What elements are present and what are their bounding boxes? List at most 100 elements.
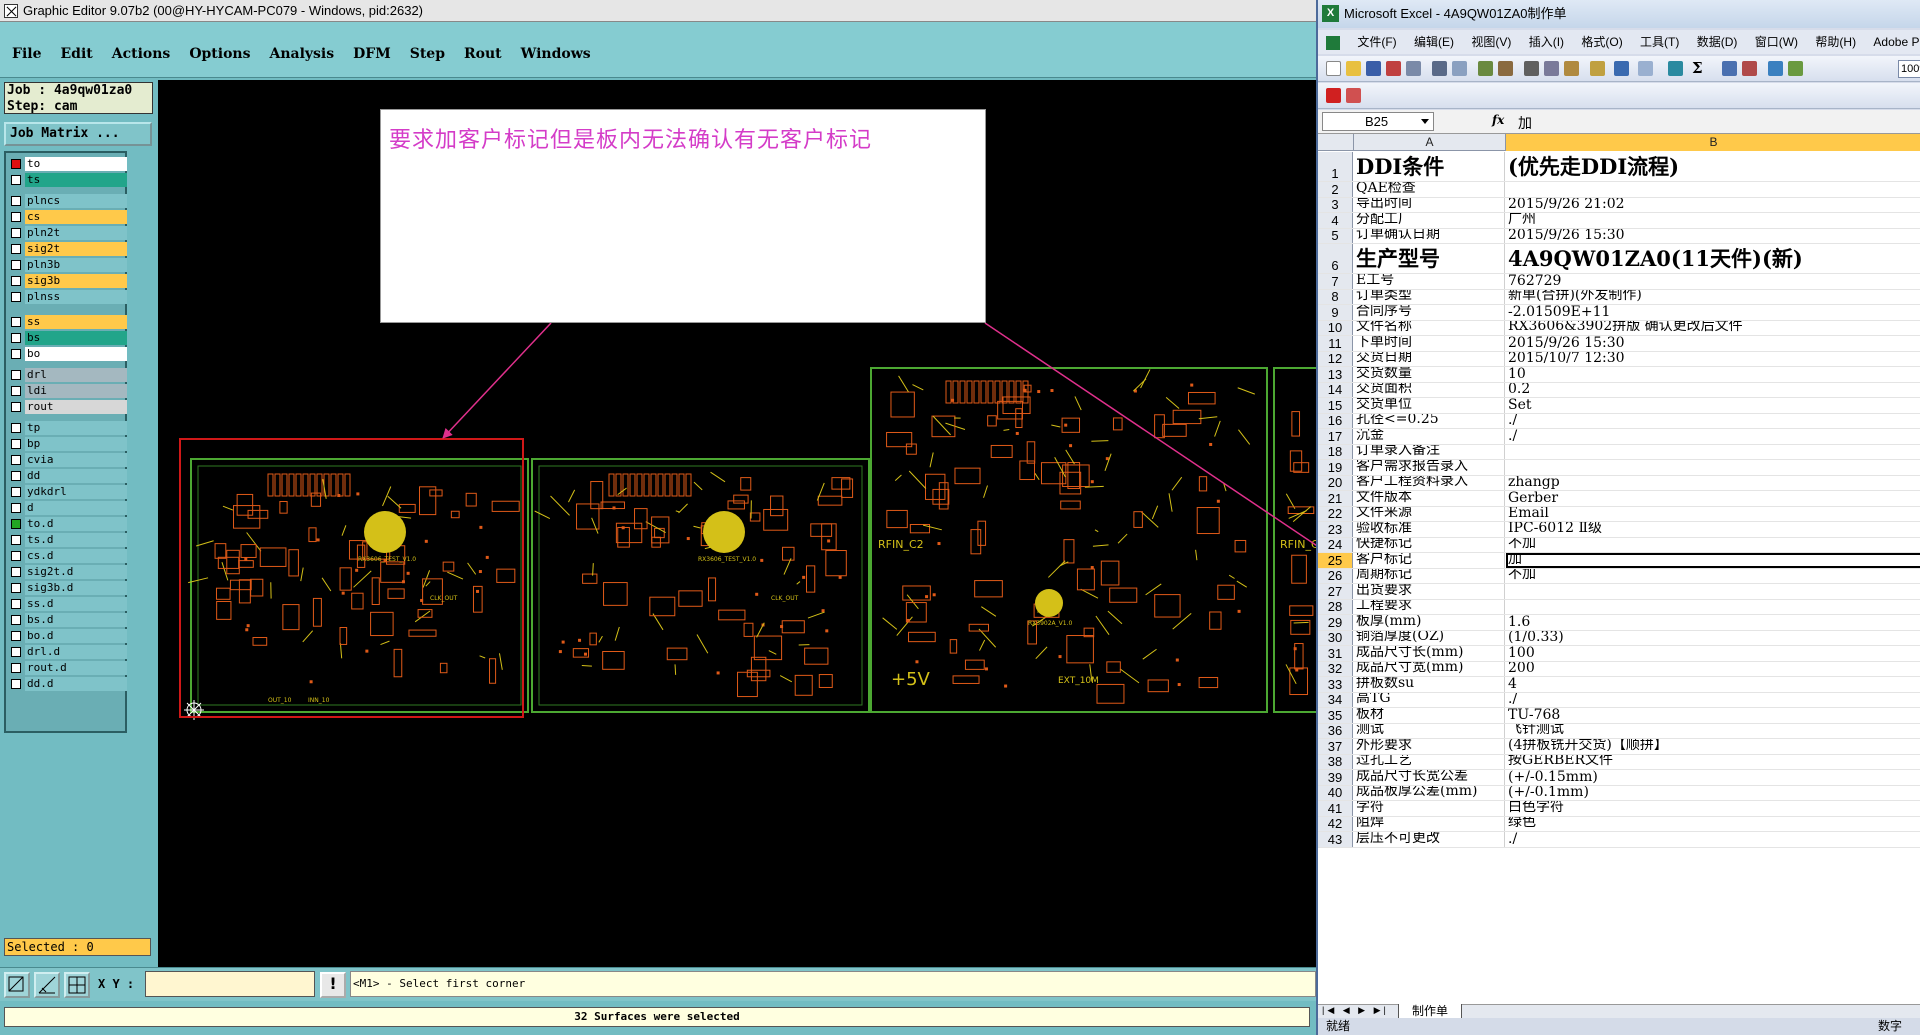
layer-checkbox[interactable] <box>11 662 21 673</box>
sheet-row[interactable]: 7 E工号 762729 <box>1318 274 1920 290</box>
layer-row-drl[interactable]: drl <box>8 367 127 382</box>
drawing-icon[interactable] <box>1788 61 1803 76</box>
sheet-row[interactable]: 12 交货日期 2015/10/7 12:30 <box>1318 351 1920 367</box>
layer-row-tp[interactable]: tp <box>8 420 127 435</box>
fx-icon[interactable]: fx <box>1492 113 1504 127</box>
cell-a[interactable]: 成品尺寸宽(mm) <box>1354 661 1505 676</box>
layer-row-plnss[interactable]: plnss <box>8 289 127 304</box>
row-header[interactable]: 23 <box>1318 522 1353 537</box>
layer-row-ts[interactable]: ts <box>8 172 127 187</box>
cell-b[interactable]: -2.01509E+11 <box>1506 305 1920 320</box>
layer-checkbox[interactable] <box>11 332 21 343</box>
cell-b[interactable]: 2015/9/26 15:30 <box>1506 336 1920 351</box>
layer-row-drl.d[interactable]: drl.d <box>8 644 127 659</box>
row-header[interactable]: 11 <box>1318 336 1353 351</box>
layer-checkbox[interactable] <box>11 211 21 222</box>
sheet-row[interactable]: 10 文件名称 RX3606&3902拼版 确认更改后文件 <box>1318 320 1920 336</box>
row-header[interactable]: 12 <box>1318 351 1353 366</box>
row-header[interactable]: 34 <box>1318 692 1353 707</box>
menu-actions[interactable]: Actions <box>112 46 171 62</box>
sheet-row[interactable]: 4 分配工厂 广州 <box>1318 213 1920 229</box>
row-header[interactable]: 26 <box>1318 568 1353 583</box>
sheet-row[interactable]: 42 阻焊 绿色 <box>1318 816 1920 832</box>
layer-row-pln2t[interactable]: pln2t <box>8 225 127 240</box>
cell-b[interactable]: (+/-0.1mm) <box>1506 786 1920 801</box>
row-header[interactable]: 14 <box>1318 382 1353 397</box>
cell-b[interactable]: 白色字符 <box>1506 801 1920 816</box>
layer-row-ldi[interactable]: ldi <box>8 383 127 398</box>
cell-a[interactable]: 层压不可更改 <box>1354 832 1505 847</box>
layer-checkbox[interactable] <box>11 174 21 185</box>
cell-a[interactable]: 沉金 <box>1354 429 1505 444</box>
cell-b[interactable]: (+/-0.15mm) <box>1506 770 1920 785</box>
cell-a[interactable]: 订单类型 <box>1354 289 1505 304</box>
layer-row-dd[interactable]: dd <box>8 468 127 483</box>
cell-b[interactable]: 绿色 <box>1506 817 1920 832</box>
autosum-icon[interactable]: Σ <box>1692 61 1707 76</box>
layer-row-cvia[interactable]: cvia <box>8 452 127 467</box>
layer-checkbox[interactable] <box>11 227 21 238</box>
row-header[interactable]: 36 <box>1318 723 1353 738</box>
cell-b[interactable] <box>1506 445 1920 460</box>
print-icon[interactable] <box>1432 61 1447 76</box>
cell-a[interactable]: 订单录入备注 <box>1354 444 1505 459</box>
cell-b[interactable]: ./ <box>1506 414 1920 429</box>
row-header[interactable]: 13 <box>1318 367 1353 382</box>
row-header[interactable]: 42 <box>1318 816 1353 831</box>
undo-icon[interactable] <box>1614 61 1629 76</box>
xl-menu-format[interactable]: 格式(O) <box>1581 35 1622 49</box>
cell-a[interactable]: 成品尺寸长(mm) <box>1354 646 1505 661</box>
sheet-tab[interactable]: 制作单 <box>1398 1004 1462 1019</box>
xl-menu-window[interactable]: 窗口(W) <box>1755 35 1798 49</box>
cell-b[interactable]: 不加 <box>1506 538 1920 553</box>
cell-b[interactable]: 2015/9/26 21:02 <box>1506 198 1920 213</box>
cell-a[interactable]: 成品尺寸长宽公差 <box>1354 770 1505 785</box>
sheet-row[interactable]: 26 周期标记 不加 <box>1318 568 1920 584</box>
layer-row-ss[interactable]: ss <box>8 314 127 329</box>
layer-checkbox[interactable] <box>11 291 21 302</box>
grid-snap-icon[interactable] <box>64 972 90 998</box>
xl-menu-insert[interactable]: 插入(I) <box>1529 35 1564 49</box>
row-header[interactable]: 41 <box>1318 801 1353 816</box>
cell-a[interactable]: 板材 <box>1354 708 1505 723</box>
cell-a[interactable]: 拼板数su <box>1354 677 1505 692</box>
cell-a[interactable]: E工号 <box>1354 274 1505 289</box>
layer-row-dd.d[interactable]: dd.d <box>8 676 127 691</box>
sheet-row[interactable]: 1 DDI条件 (优先走DDI流程) <box>1318 152 1920 182</box>
cell-b[interactable] <box>1506 584 1920 599</box>
row-header[interactable]: 10 <box>1318 320 1353 335</box>
layer-checkbox[interactable] <box>11 502 21 513</box>
sheet-row[interactable]: 43 层压不可更改 ./ <box>1318 832 1920 848</box>
cell-a[interactable]: 交货单位 <box>1354 398 1505 413</box>
xy-coordinate-input[interactable] <box>145 971 315 997</box>
sheet-row[interactable]: 30 铜箔厚度(OZ) (1/0.33) <box>1318 630 1920 646</box>
sheet-row[interactable]: 19 客户需求报告录入 <box>1318 460 1920 476</box>
layer-row-cs.d[interactable]: cs.d <box>8 548 127 563</box>
sheet-row[interactable]: 6 生产型号 4A9QW01ZA0(11天件)(新) <box>1318 244 1920 274</box>
row-header[interactable]: 19 <box>1318 460 1353 475</box>
sort-ascending-icon[interactable] <box>1722 61 1737 76</box>
row-header[interactable]: 20 <box>1318 475 1353 490</box>
row-header[interactable]: 25 <box>1318 553 1353 568</box>
copy-icon[interactable] <box>1544 61 1559 76</box>
cell-b[interactable]: ./ <box>1506 429 1920 444</box>
cell-a[interactable]: 成品板厚公差(mm) <box>1354 785 1505 800</box>
zoom-window-icon[interactable] <box>4 972 30 998</box>
row-header[interactable]: 39 <box>1318 770 1353 785</box>
sheet-nav-arrows-icon[interactable]: |◀ ◀ ▶ ▶| <box>1322 1005 1389 1016</box>
layer-checkbox[interactable] <box>11 486 21 497</box>
layer-checkbox[interactable] <box>11 582 21 593</box>
menu-windows[interactable]: Windows <box>521 46 591 62</box>
xl-menu-help[interactable]: 帮助(H) <box>1815 35 1856 49</box>
warning-button[interactable]: ! <box>320 972 346 998</box>
row-header[interactable]: 7 <box>1318 274 1353 289</box>
cell-b[interactable]: zhangp <box>1506 476 1920 491</box>
layer-row-sig2t[interactable]: sig2t <box>8 241 127 256</box>
cell-b[interactable]: 新单(合拼)(外发制作) <box>1506 290 1920 305</box>
cell-a[interactable]: 交货日期 <box>1354 351 1505 366</box>
sheet-row[interactable]: 39 成品尺寸长宽公差 (+/-0.15mm) <box>1318 770 1920 786</box>
layer-checkbox[interactable] <box>11 422 21 433</box>
formula-value[interactable]: 加 <box>1518 113 1532 133</box>
sort-descending-icon[interactable] <box>1742 61 1757 76</box>
sheet-row[interactable]: 3 导出时间 2015/9/26 21:02 <box>1318 197 1920 213</box>
